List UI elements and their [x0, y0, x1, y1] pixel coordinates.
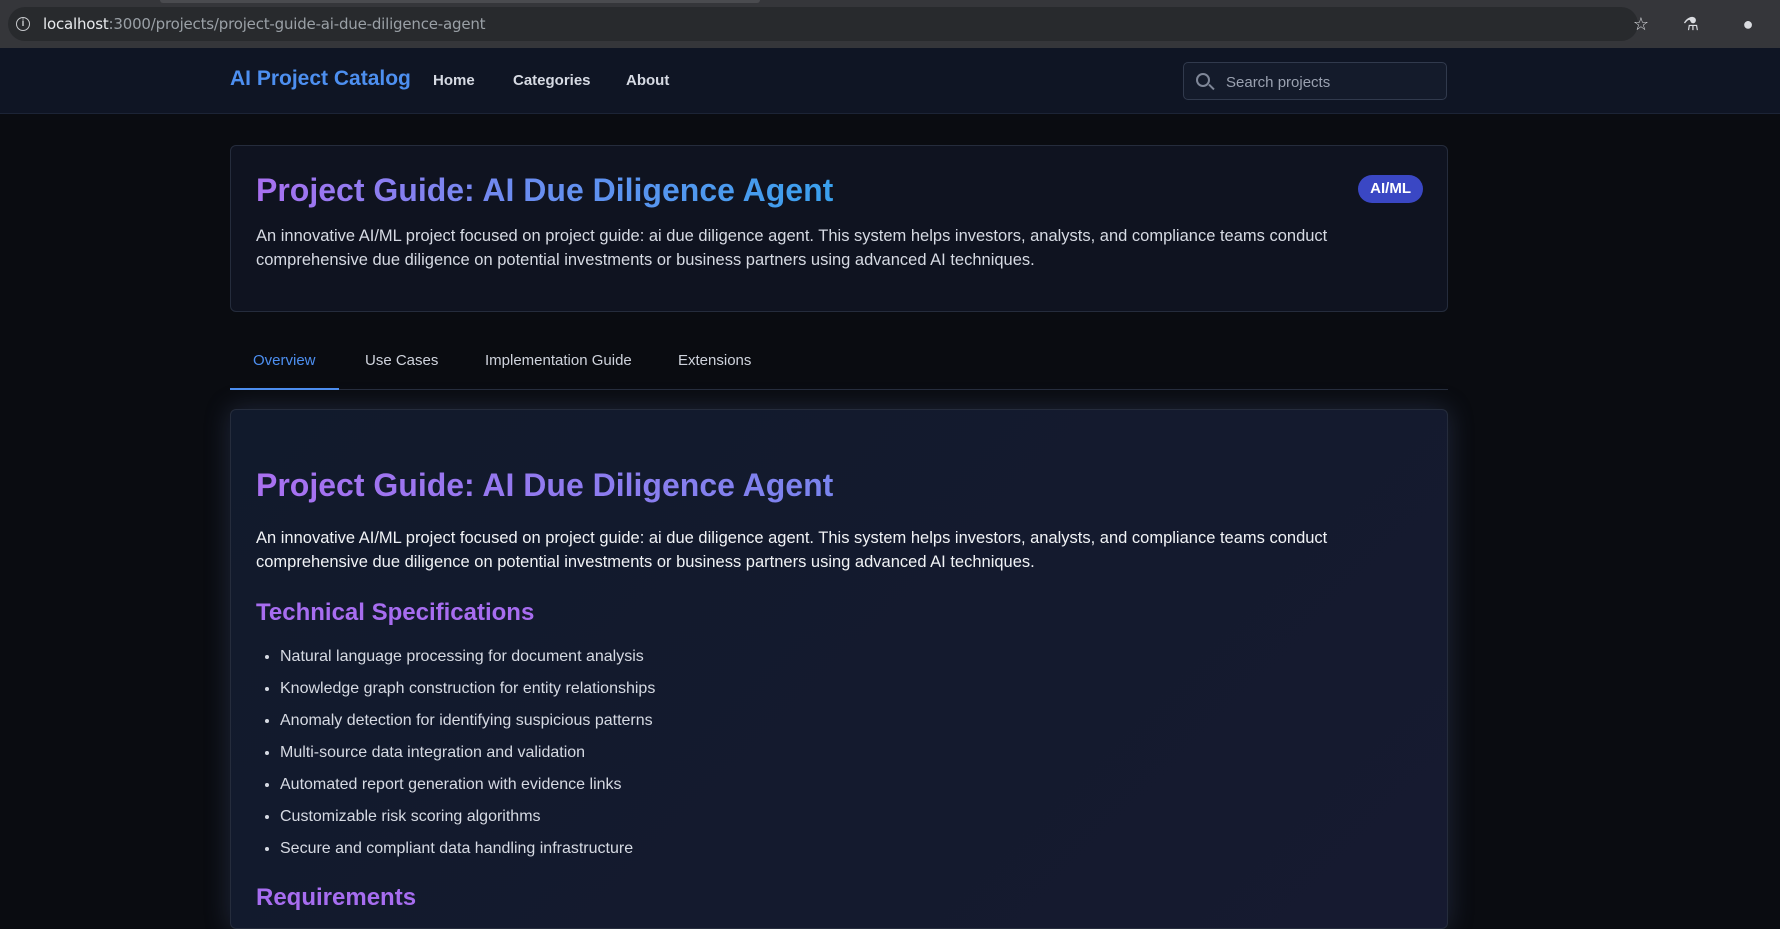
list-item: Automated report generation with evidenc…	[280, 769, 655, 801]
list-item: Secure and compliant data handling infra…	[280, 833, 655, 865]
tech-specs-list: Natural language processing for document…	[256, 641, 655, 865]
requirements-heading: Requirements	[256, 884, 417, 911]
overview-description: An innovative AI/ML project focused on p…	[256, 529, 1328, 571]
project-title: Project Guide: AI Due Diligence Agent	[256, 172, 834, 208]
project-description: An innovative AI/ML project focused on p…	[256, 227, 1328, 269]
search-icon	[1196, 73, 1210, 87]
category-badge[interactable]: AI/ML	[1358, 175, 1423, 203]
tab-use-cases[interactable]: Use Cases	[342, 338, 461, 390]
list-item: Customizable risk scoring algorithms	[280, 801, 655, 833]
browser-toolbar: i localhost:3000/projects/project-guide-…	[0, 0, 1780, 48]
site-header: AI Project Catalog Home Categories About	[0, 48, 1780, 114]
list-item: Natural language processing for document…	[280, 641, 655, 673]
tab-overview[interactable]: Overview	[230, 338, 339, 390]
tab-extensions[interactable]: Extensions	[655, 338, 774, 390]
profile-icon[interactable]: ●	[1737, 13, 1759, 35]
url-path: :3000/projects/project-guide-ai-due-dili…	[108, 15, 486, 33]
url-host: localhost	[43, 15, 109, 33]
star-icon[interactable]: ☆	[1630, 13, 1652, 35]
url-text[interactable]: localhost:3000/projects/project-guide-ai…	[43, 15, 486, 33]
list-item: Knowledge graph construction for entity …	[280, 673, 655, 705]
overview-panel: Project Guide: AI Due Diligence Agent An…	[230, 409, 1448, 929]
project-hero-card: Project Guide: AI Due Diligence Agent AI…	[230, 145, 1448, 312]
project-tabs: Overview Use Cases Implementation Guide …	[230, 338, 1448, 390]
tech-specs-heading: Technical Specifications	[256, 599, 535, 626]
nav-home[interactable]: Home	[433, 72, 475, 89]
search-input[interactable]	[1224, 71, 1439, 93]
tab-implementation-guide[interactable]: Implementation Guide	[462, 338, 655, 390]
list-item: Multi-source data integration and valida…	[280, 737, 655, 769]
search-box[interactable]	[1183, 62, 1447, 100]
tab-strip-edge	[160, 0, 760, 3]
overview-title: Project Guide: AI Due Diligence Agent	[256, 467, 834, 503]
labs-icon[interactable]: ⚗	[1680, 13, 1702, 35]
nav-categories[interactable]: Categories	[513, 72, 591, 89]
nav-about[interactable]: About	[626, 72, 669, 89]
list-item: Anomaly detection for identifying suspic…	[280, 705, 655, 737]
brand-link[interactable]: AI Project Catalog	[230, 67, 411, 91]
info-icon[interactable]: i	[16, 17, 30, 31]
